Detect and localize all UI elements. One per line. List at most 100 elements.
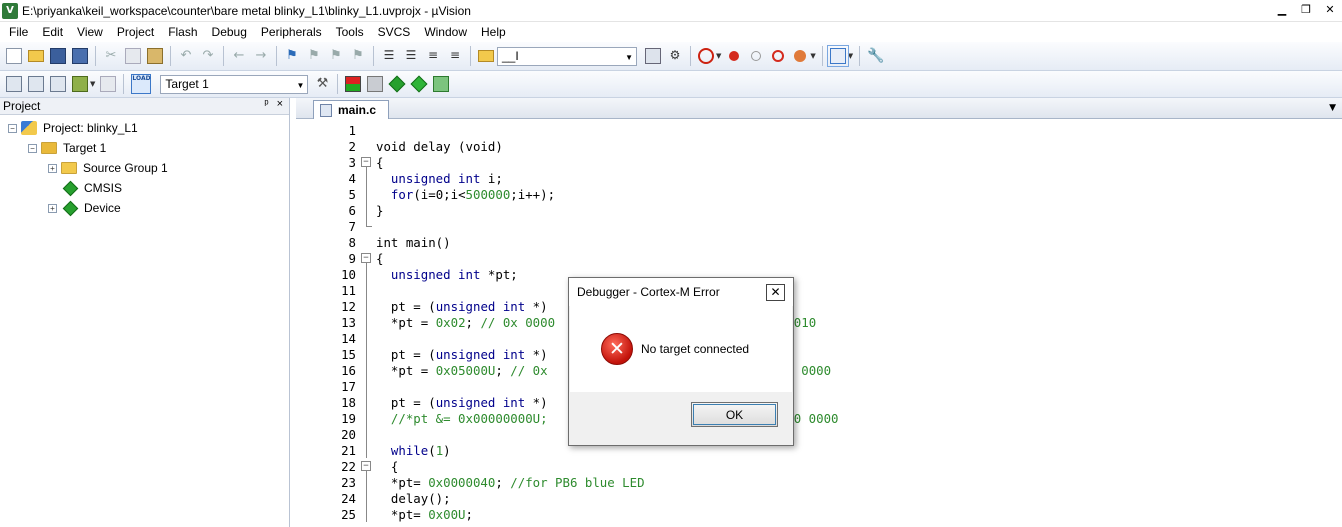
line-number: 2	[348, 138, 356, 154]
undo-icon[interactable]: ↶	[178, 48, 194, 64]
chevron-down-icon[interactable]: ▼	[716, 52, 721, 60]
tab-label: main.c	[338, 103, 377, 117]
tree-item-project-blinky-l1[interactable]: − Project: blinky_L1	[0, 118, 289, 138]
load-download-icon[interactable]: LOAD	[131, 74, 152, 94]
code-text: pt = (unsigned int *)	[376, 347, 548, 362]
tree-item-device[interactable]: + Device	[0, 198, 289, 218]
open-folder-icon[interactable]	[28, 50, 44, 62]
chevron-down-icon[interactable]: ▼	[296, 81, 304, 90]
chevron-down-icon[interactable]: ▼	[810, 52, 815, 60]
menu-debug[interactable]: Debug	[205, 22, 254, 42]
debug-session-icon[interactable]	[698, 48, 714, 64]
pack-update-icon[interactable]	[433, 76, 450, 92]
menu-view[interactable]: View	[70, 22, 110, 42]
tree-item-source-group-1[interactable]: + Source Group 1	[0, 158, 289, 178]
code-token: // 0x	[510, 362, 548, 378]
menu-tools[interactable]: Tools	[329, 22, 371, 42]
line-number: 16	[341, 362, 356, 378]
tab-main-c[interactable]: main.c	[313, 100, 389, 119]
nav-forward-icon[interactable]: →	[253, 48, 269, 64]
enable-breakpoint-icon[interactable]	[751, 51, 762, 61]
fold-gutter	[358, 362, 376, 378]
fold-toggle-icon[interactable]: −	[361, 253, 371, 263]
save-icon[interactable]	[50, 48, 66, 64]
menu-window[interactable]: Window	[417, 22, 474, 42]
dialog-close-button[interactable]: ✕	[766, 284, 785, 301]
window-layout-icon[interactable]	[826, 45, 849, 67]
code-line: 3−{	[296, 154, 1342, 170]
insert-breakpoint-icon[interactable]	[729, 51, 740, 61]
nav-back-icon[interactable]: ←	[231, 48, 247, 64]
next-bookmark-icon[interactable]: ⚑	[328, 48, 344, 64]
manage-project-items-icon[interactable]	[345, 76, 362, 92]
expand-toggle-icon[interactable]: −	[28, 143, 37, 153]
unindent-icon[interactable]: ☰	[403, 48, 419, 64]
save-all-icon[interactable]	[72, 48, 88, 64]
translate-icon[interactable]	[6, 76, 22, 92]
line-number: 7	[348, 218, 356, 234]
kill-breakpoints-icon[interactable]	[794, 50, 807, 62]
build-icon[interactable]	[28, 76, 44, 92]
tree-item-cmsis[interactable]: CMSIS	[0, 178, 289, 198]
tree-item-target-1[interactable]: − Target 1	[0, 138, 289, 158]
select-packs-icon[interactable]	[367, 76, 384, 92]
cut-icon[interactable]: ✂	[103, 48, 119, 64]
expand-toggle-icon[interactable]: +	[48, 203, 57, 213]
code-view[interactable]: 1 2 void delay (void) 3−{4 unsigned int i; 5…	[296, 122, 1342, 527]
stop-build-icon[interactable]	[100, 76, 117, 92]
close-window-button[interactable]: ✕	[1318, 0, 1342, 18]
chevron-down-icon[interactable]: ▼	[90, 80, 95, 88]
clear-bookmarks-icon[interactable]: ⚑	[350, 48, 366, 64]
find-icon[interactable]	[645, 48, 661, 64]
uncomment-icon[interactable]: ≡	[447, 48, 463, 64]
manage-rte-icon[interactable]	[388, 75, 406, 93]
menu-flash[interactable]: Flash	[161, 22, 204, 42]
redo-icon[interactable]: ↷	[200, 48, 216, 64]
fold-toggle-icon[interactable]: −	[361, 461, 371, 471]
menu-help[interactable]: Help	[474, 22, 513, 42]
comment-icon[interactable]: ≡	[425, 48, 441, 64]
tab-list-chevron-icon[interactable]: ▼	[1329, 103, 1336, 113]
fold-gutter	[358, 442, 376, 458]
rebuild-icon[interactable]	[50, 76, 66, 92]
new-file-icon[interactable]	[6, 48, 22, 64]
copy-icon[interactable]	[125, 48, 141, 64]
chevron-down-icon[interactable]: ▼	[625, 53, 633, 62]
menu-edit[interactable]: Edit	[35, 22, 70, 42]
fold-toggle-icon[interactable]: −	[361, 157, 371, 167]
target-select[interactable]: Target 1 ▼	[160, 74, 309, 94]
fold-gutter[interactable]: −	[358, 250, 376, 266]
paste-icon[interactable]	[147, 48, 163, 64]
code-token: //*pt &= 0x00000000U;	[390, 410, 548, 426]
find-combo[interactable]: __I ▼	[497, 46, 637, 66]
minimize-button[interactable]: ▁	[1270, 0, 1294, 18]
configure-wrench-icon[interactable]: 🔧	[867, 48, 884, 64]
target-options-icon[interactable]: ⚒	[314, 76, 330, 92]
menu-file[interactable]: File	[2, 22, 35, 42]
chevron-down-icon[interactable]: ▼	[848, 52, 853, 60]
batch-build-icon[interactable]	[72, 76, 88, 92]
disable-breakpoints-icon[interactable]	[772, 50, 785, 62]
menu-peripherals[interactable]: Peripherals	[254, 22, 329, 42]
find-in-files-icon[interactable]	[478, 50, 494, 62]
pack-installer-icon[interactable]	[410, 75, 428, 93]
code-token: *)	[525, 346, 548, 362]
ok-button[interactable]: OK	[691, 402, 778, 427]
maximize-button[interactable]: ❐	[1294, 0, 1318, 18]
bookmark-icon[interactable]: ⚑	[284, 48, 300, 64]
fold-gutter[interactable]: −	[358, 458, 376, 474]
line-number: 14	[341, 330, 356, 346]
expand-toggle-icon[interactable]: −	[8, 123, 17, 133]
expand-toggle-icon[interactable]: +	[48, 163, 57, 173]
code-token: *)	[525, 298, 548, 314]
pin-icon[interactable]: ᵖ	[264, 98, 268, 110]
menu-project[interactable]: Project	[110, 22, 161, 42]
code-line: 2 void delay (void)	[296, 138, 1342, 154]
menu-svcs[interactable]: SVCS	[371, 22, 418, 42]
close-panel-icon[interactable]: ×	[277, 98, 283, 110]
indent-icon[interactable]: ☰	[381, 48, 397, 64]
prev-bookmark-icon[interactable]: ⚑	[306, 48, 322, 64]
fold-gutter[interactable]: −	[358, 154, 376, 170]
incremental-find-icon[interactable]: ⚙	[667, 48, 683, 64]
